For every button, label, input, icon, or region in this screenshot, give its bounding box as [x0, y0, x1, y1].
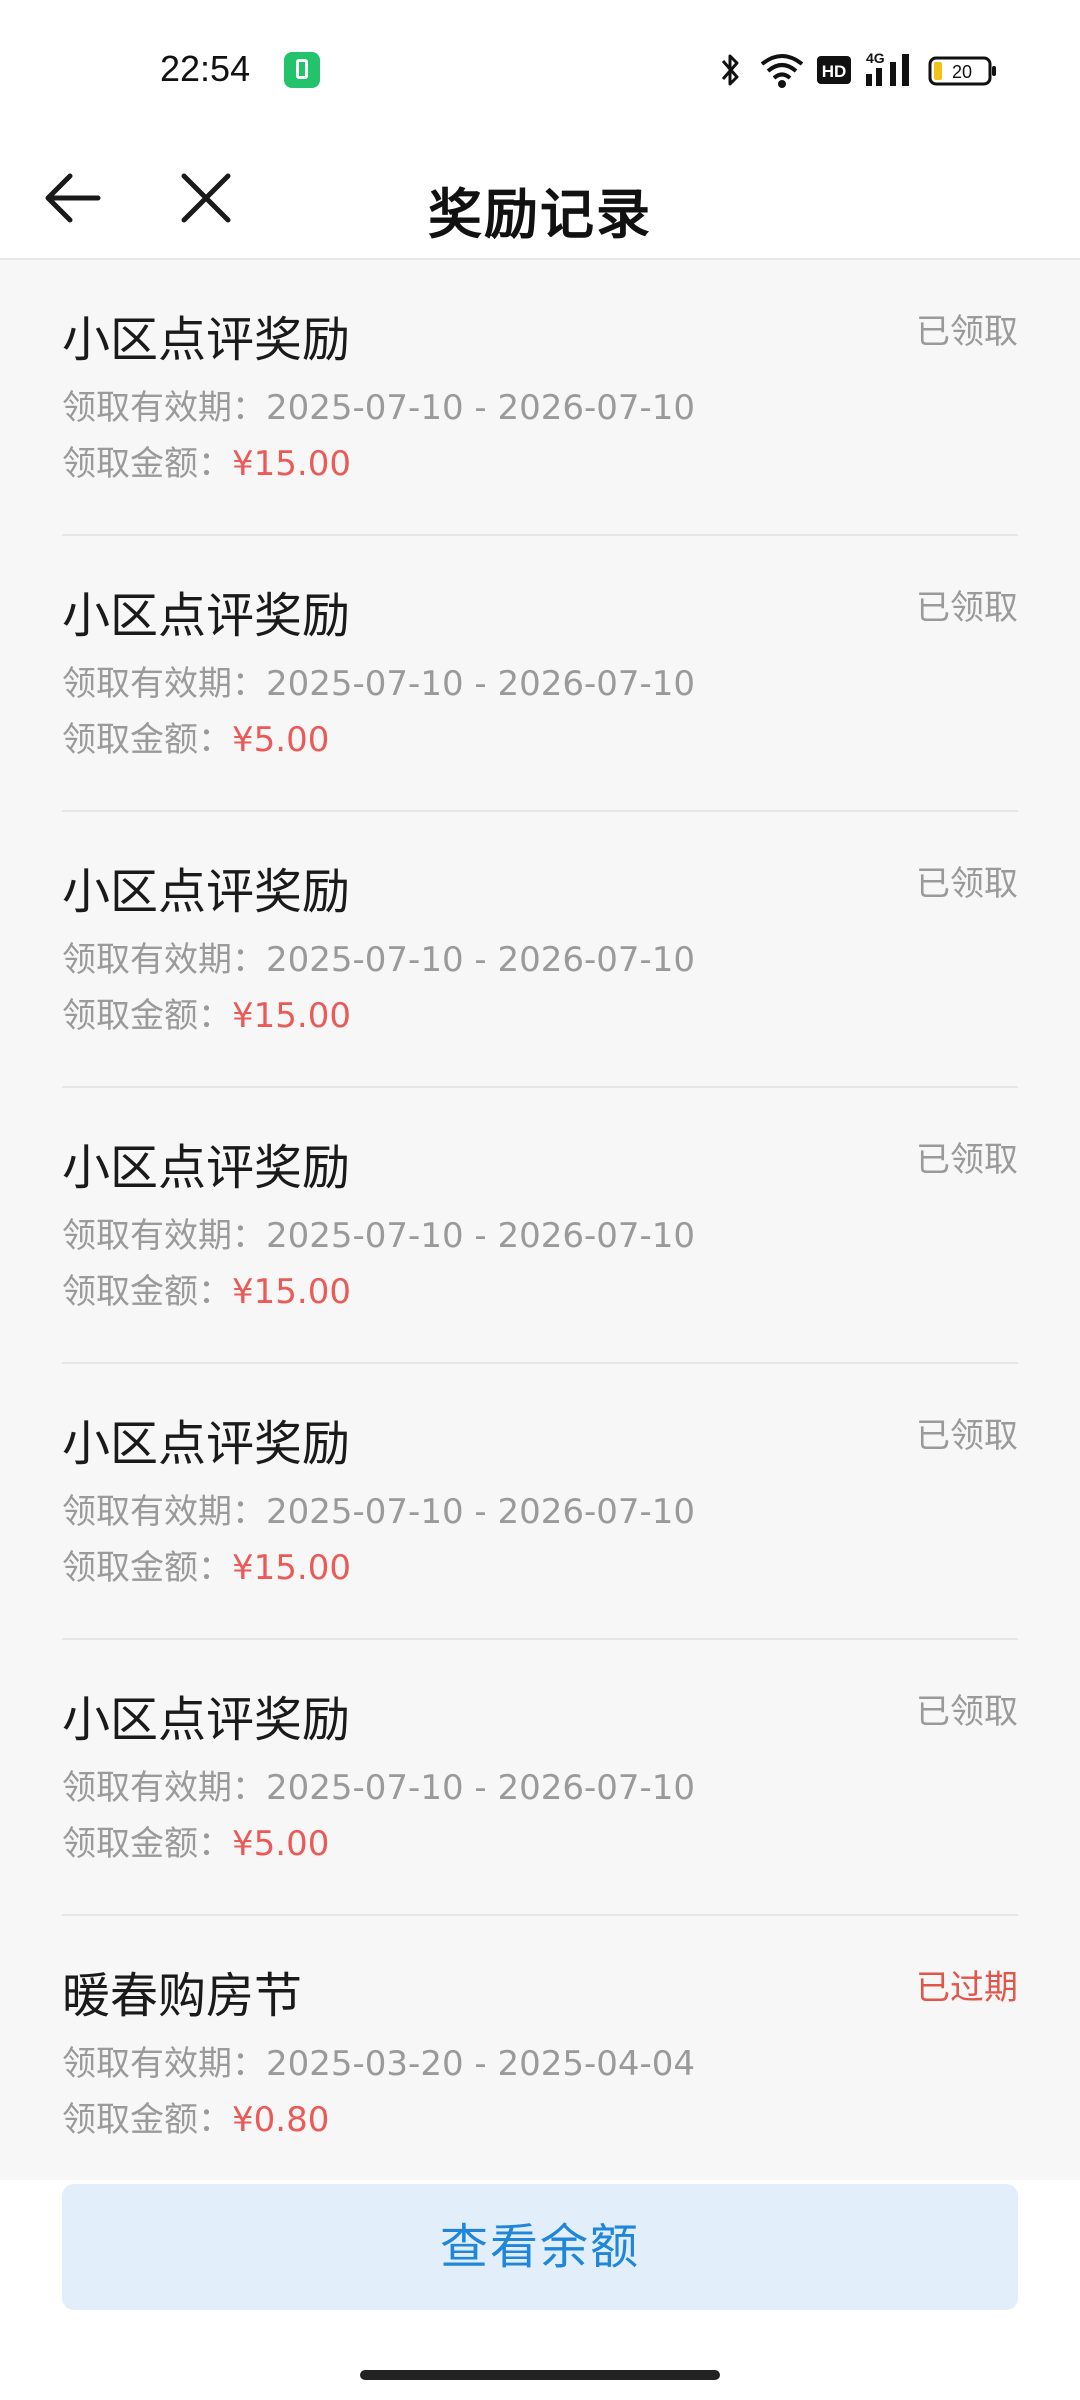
claim-amount: 领取金额：¥15.00: [62, 1264, 351, 1313]
svg-text:20: 20: [952, 62, 972, 82]
header: 奖励记录: [0, 140, 1080, 260]
reward-status: 已领取: [916, 1692, 1018, 1732]
reward-title: 小区点评奖励: [62, 312, 351, 368]
amount-value: ¥15.00: [232, 996, 351, 1036]
amount-value: ¥15.00: [232, 1272, 351, 1312]
reward-status: 已领取: [916, 1416, 1018, 1456]
reward-title: 小区点评奖励: [62, 1416, 351, 1472]
claim-amount: 领取金额：¥15.00: [62, 988, 351, 1037]
reward-record-item[interactable]: 小区点评奖励 已领取 领取有效期：2025-07-10 - 2026-07-10…: [62, 1088, 1018, 1364]
svg-text:4G: 4G: [866, 50, 885, 66]
claim-amount: 领取金额：¥15.00: [62, 436, 351, 485]
battery-icon: 20: [928, 56, 996, 86]
validity-period: 领取有效期：2025-07-10 - 2026-07-10: [62, 1484, 695, 1533]
view-balance-button[interactable]: 查看余额: [62, 2184, 1018, 2310]
validity-period: 领取有效期：2025-07-10 - 2026-07-10: [62, 1208, 695, 1257]
bottom-bar: 查看余额: [0, 2180, 1080, 2400]
validity-value: 2025-07-10 - 2026-07-10: [266, 388, 696, 428]
home-indicator[interactable]: [360, 2370, 720, 2380]
validity-label: 领取有效期：: [62, 1768, 266, 1808]
validity-value: 2025-07-10 - 2026-07-10: [266, 940, 696, 980]
reward-record-item[interactable]: 小区点评奖励 已领取 领取有效期：2025-07-10 - 2026-07-10…: [62, 1640, 1018, 1916]
reward-status: 已领取: [916, 312, 1018, 352]
validity-label: 领取有效期：: [62, 2044, 266, 2084]
validity-label: 领取有效期：: [62, 664, 266, 704]
battery-saver-icon: [284, 52, 320, 88]
reward-title: 小区点评奖励: [62, 1692, 351, 1748]
amount-label: 领取金额：: [62, 1272, 232, 1312]
amount-label: 领取金额：: [62, 720, 232, 760]
signal-icon: 4G: [866, 50, 909, 86]
amount-label: 领取金额：: [62, 2100, 232, 2140]
claim-amount: 领取金额：¥5.00: [62, 712, 329, 761]
reward-record-item[interactable]: 小区点评奖励 已领取 领取有效期：2025-07-10 - 2026-07-10…: [62, 1364, 1018, 1640]
validity-value: 2025-07-10 - 2026-07-10: [266, 1768, 696, 1808]
validity-period: 领取有效期：2025-07-10 - 2026-07-10: [62, 656, 695, 705]
validity-label: 领取有效期：: [62, 940, 266, 980]
amount-value: ¥15.00: [232, 444, 351, 484]
amount-label: 领取金额：: [62, 1548, 232, 1588]
reward-title: 暖春购房节: [62, 1968, 303, 2024]
reward-record-list: 小区点评奖励 已领取 领取有效期：2025-07-10 - 2026-07-10…: [0, 260, 1080, 2192]
hd-icon: HD: [817, 56, 851, 84]
status-time: 22:54: [160, 48, 251, 89]
validity-label: 领取有效期：: [62, 1216, 266, 1256]
reward-title: 小区点评奖励: [62, 864, 351, 920]
validity-label: 领取有效期：: [62, 1492, 266, 1532]
amount-value: ¥0.80: [232, 2100, 330, 2140]
reward-title: 小区点评奖励: [62, 1140, 351, 1196]
validity-value: 2025-07-10 - 2026-07-10: [266, 1216, 696, 1256]
validity-period: 领取有效期：2025-07-10 - 2026-07-10: [62, 932, 695, 981]
reward-status: 已领取: [916, 588, 1018, 628]
reward-record-item[interactable]: 小区点评奖励 已领取 领取有效期：2025-07-10 - 2026-07-10…: [62, 536, 1018, 812]
reward-status: 已领取: [916, 1140, 1018, 1180]
reward-title: 小区点评奖励: [62, 588, 351, 644]
amount-value: ¥5.00: [232, 1824, 330, 1864]
reward-status: 已领取: [916, 864, 1018, 904]
validity-value: 2025-03-20 - 2025-04-04: [266, 2044, 696, 2084]
amount-value: ¥15.00: [232, 1548, 351, 1588]
validity-period: 领取有效期：2025-07-10 - 2026-07-10: [62, 380, 695, 429]
validity-period: 领取有效期：2025-03-20 - 2025-04-04: [62, 2036, 695, 2085]
page-title: 奖励记录: [428, 183, 652, 246]
claim-amount: 领取金额：¥0.80: [62, 2092, 329, 2141]
amount-label: 领取金额：: [62, 996, 232, 1036]
claim-amount: 领取金额：¥5.00: [62, 1816, 329, 1865]
amount-label: 领取金额：: [62, 1824, 232, 1864]
wifi-icon: [760, 54, 804, 88]
validity-period: 领取有效期：2025-07-10 - 2026-07-10: [62, 1760, 695, 1809]
reward-record-item[interactable]: 小区点评奖励 已领取 领取有效期：2025-07-10 - 2026-07-10…: [62, 260, 1018, 536]
reward-status-expired: 已过期: [916, 1968, 1018, 2008]
status-bar: 22:54 HD 4G 20: [0, 0, 1080, 140]
svg-text:HD: HD: [822, 62, 847, 81]
claim-amount: 领取金额：¥15.00: [62, 1540, 351, 1589]
bluetooth-icon: [721, 54, 739, 86]
validity-value: 2025-07-10 - 2026-07-10: [266, 1492, 696, 1532]
reward-record-item[interactable]: 小区点评奖励 已领取 领取有效期：2025-07-10 - 2026-07-10…: [62, 812, 1018, 1088]
validity-label: 领取有效期：: [62, 388, 266, 428]
validity-value: 2025-07-10 - 2026-07-10: [266, 664, 696, 704]
reward-record-item[interactable]: 暖春购房节 已过期 领取有效期：2025-03-20 - 2025-04-04 …: [62, 1916, 1018, 2192]
amount-label: 领取金额：: [62, 444, 232, 484]
amount-value: ¥5.00: [232, 720, 330, 760]
